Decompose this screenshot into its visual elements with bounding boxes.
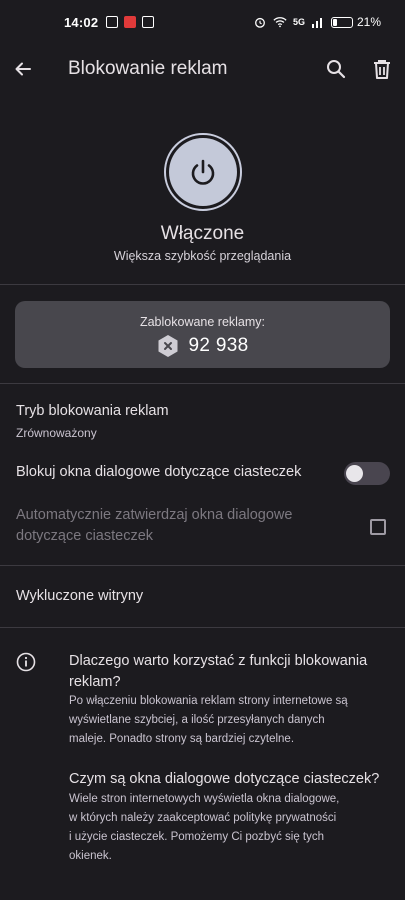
toggle-knob [346, 465, 363, 482]
search-icon [327, 60, 346, 79]
block-cookie-dialogs-label: Blokuj okna dialogowe dotyczące ciastecz… [16, 464, 302, 480]
divider [0, 383, 405, 384]
info-answer-1: Po włączeniu blokowania reklam strony in… [69, 692, 394, 749]
info-icon [16, 652, 36, 672]
auto-accept-cookies-checkbox[interactable] [370, 519, 386, 535]
blocked-ads-label: Zablokowane reklamy: [139, 315, 266, 329]
info-question-2: Czym są okna dialogowe dotyczące ciastec… [69, 771, 380, 787]
info-answer-1-line: Po włączeniu blokowania reklam strony in… [69, 695, 348, 707]
adblock-state-subtitle: Większa szybkość przeglądania [113, 249, 292, 263]
divider [0, 565, 405, 566]
info-answer-2-line: i użycie ciasteczek. Pomożemy Ci pozbyć … [69, 831, 325, 843]
info-question-1: Dlaczego warto korzystać z funkcji bloko… [69, 651, 394, 693]
app-bar: Blokowanie reklam [0, 44, 405, 94]
status-right: 5G 21% [253, 15, 381, 29]
wifi-icon [273, 17, 287, 28]
delete-button[interactable] [368, 55, 396, 83]
search-button[interactable] [322, 55, 350, 83]
block-cookie-dialogs-toggle[interactable] [344, 462, 390, 485]
adblock-mode-title: Tryb blokowania reklam [16, 403, 169, 419]
status-bar: 14:02 5G 21% [0, 0, 405, 44]
page-title: Blokowanie reklam [68, 58, 228, 79]
info-answer-2-line: w których należy zaakceptować politykę p… [69, 812, 337, 824]
blocked-hexagon-icon [158, 335, 178, 357]
info-answer-2: Wiele stron internetowych wyświetla okna… [69, 790, 394, 866]
back-arrow-icon [15, 62, 31, 76]
auto-accept-cookies-line: dotyczące ciasteczek [16, 528, 154, 544]
excluded-sites-item[interactable]: Wykluczone witryny [16, 588, 143, 604]
info-question-1-line: reklam? [69, 674, 121, 690]
battery-percent: 21% [356, 15, 381, 29]
app-notification-icon [124, 16, 137, 28]
back-button[interactable] [10, 56, 36, 82]
info-answer-2-line: okienek. [69, 850, 112, 862]
status-time: 14:02 [64, 14, 99, 30]
battery-icon [330, 16, 353, 28]
info-answer-1-line: wyświetlane szybciej, a ilość przesyłany… [69, 714, 325, 726]
blocked-ads-card: Zablokowane reklamy: 92 938 [15, 301, 390, 368]
trash-icon [374, 60, 390, 79]
info-answer-2-line: Wiele stron internetowych wyświetla okna… [69, 793, 340, 805]
status-left: 14:02 [64, 14, 155, 30]
signal-icon [311, 18, 322, 28]
power-button-face [169, 138, 237, 206]
adblock-mode-value: Zrównoważony [16, 426, 97, 440]
adblock-state: Włączone [160, 223, 245, 244]
divider [0, 627, 405, 628]
divider [0, 284, 405, 285]
battery-indicator: 21% [330, 15, 381, 29]
notification-icons [106, 16, 155, 28]
auto-accept-cookies-line: Automatycznie zatwierdzaj okna dialogowe [16, 507, 293, 523]
power-toggle-button[interactable] [164, 133, 242, 211]
info-answer-1-line: maleje. Ponadto strony są bardziej czyte… [69, 733, 295, 745]
auto-accept-cookies-label: Automatycznie zatwierdzaj okna dialogowe… [16, 505, 292, 547]
blocked-ads-row: 92 938 [15, 334, 390, 358]
mail-notification-icon [142, 16, 155, 28]
app-notification-icon [106, 16, 119, 28]
alarm-icon [255, 17, 265, 28]
network-type: 5G [292, 17, 305, 27]
battery-fill [332, 18, 337, 26]
power-icon [191, 159, 215, 185]
info-question-1-line: Dlaczego warto korzystać z funkcji bloko… [69, 653, 368, 669]
blocked-ads-count: 92 938 [188, 335, 249, 356]
